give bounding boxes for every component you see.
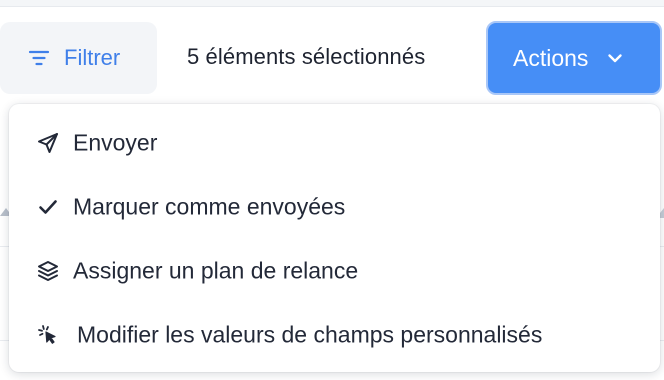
menu-item-label: Envoyer [73,129,158,156]
checkmark-icon [35,194,61,220]
filter-icon [28,47,50,69]
actions-dropdown-button[interactable]: Actions [486,21,662,95]
filter-button-label: Filtrer [64,45,121,70]
menu-item-mark-sent[interactable]: Marquer comme envoyées [9,175,660,239]
selection-count: 5 éléments sélectionnés [187,44,426,69]
menu-item-label: Assigner un plan de relance [73,257,359,284]
menu-item-assign-plan[interactable]: Assigner un plan de relance [9,239,660,303]
actions-button-label: Actions [513,44,589,71]
menu-item-edit-custom-fields[interactable]: Modifier les valeurs de champs personnal… [9,303,660,367]
chevron-down-icon [606,49,624,67]
menu-item-label: Marquer comme envoyées [73,193,346,220]
page: Filtrer 5 éléments sélectionnés Actions … [0,0,664,380]
paper-plane-icon [35,130,61,156]
top-border [0,0,664,7]
filter-button[interactable]: Filtrer [0,22,157,94]
menu-item-label: Modifier les valeurs de champs personnal… [77,321,543,348]
cursor-click-icon [35,322,61,348]
menu-item-send[interactable]: Envoyer [9,111,660,175]
layers-icon [35,258,61,284]
actions-menu: Envoyer Marquer comme envoyées Assigner … [9,104,660,372]
